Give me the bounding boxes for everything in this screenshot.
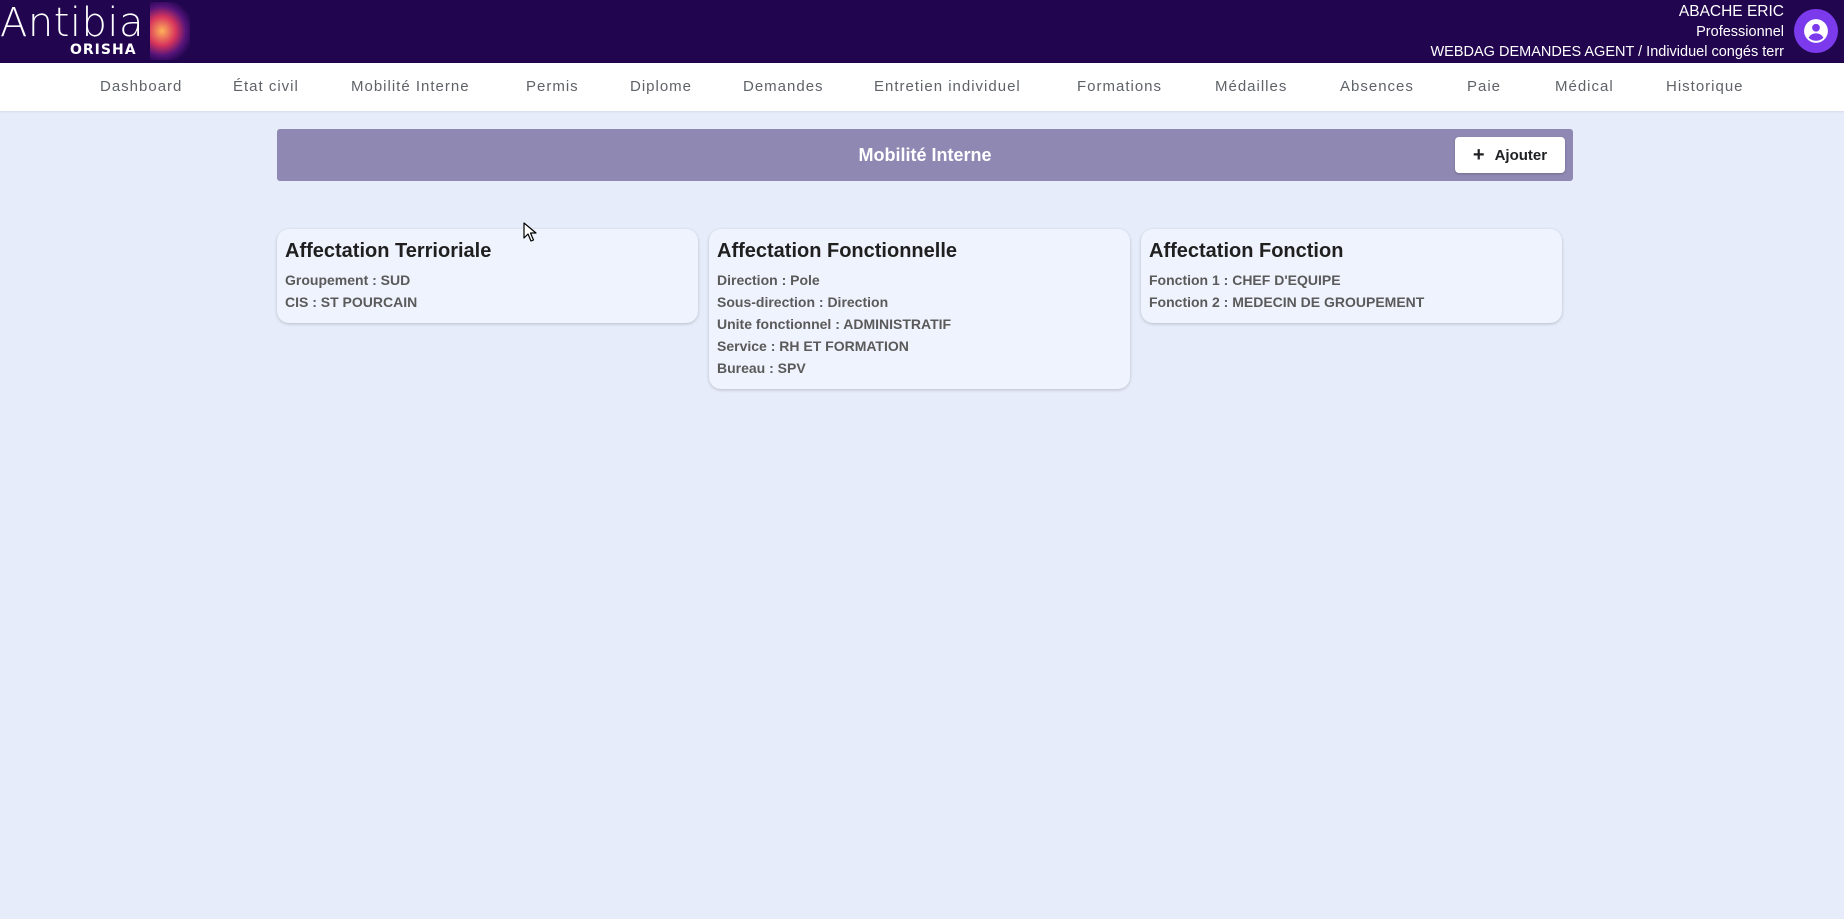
app-logo[interactable]: Antibia ORISHA (0, 0, 190, 63)
card-line: Groupement : SUD (285, 272, 411, 288)
nav-item-etat-civil[interactable]: État civil (233, 63, 299, 111)
card-line: Unite fonctionnel : ADMINISTRATIF (717, 316, 952, 332)
card-line: Fonction 1 : CHEF D'EQUIPE (1149, 272, 1341, 288)
logo-flare (150, 2, 190, 60)
card-affectation-territoriale[interactable]: Affectation Terrioriale Groupement : SUD… (277, 229, 698, 323)
mouse-cursor-icon (523, 222, 537, 247)
nav-item-dashboard[interactable]: Dashboard (100, 63, 182, 111)
card-line: Sous-direction : Direction (717, 294, 889, 310)
nav-item-absences[interactable]: Absences (1340, 63, 1414, 111)
account-circle-icon[interactable] (1794, 9, 1838, 53)
section-header: Mobilité Interne + Ajouter (277, 129, 1573, 181)
nav-item-demandes[interactable]: Demandes (743, 63, 824, 111)
card-line: Fonction 2 : MEDECIN DE GROUPEMENT (1149, 294, 1425, 310)
plus-icon: + (1472, 144, 1485, 166)
card-affectation-fonctionnelle[interactable]: Affectation Fonctionnelle Direction : Po… (709, 229, 1130, 389)
card-line: Direction : Pole (717, 272, 820, 288)
add-button-label: Ajouter (1494, 146, 1548, 164)
card-affectation-fonction[interactable]: Affectation Fonction Fonction 1 : CHEF D… (1141, 229, 1562, 323)
main-nav: Dashboard État civil Mobilité Interne Pe… (0, 63, 1844, 111)
nav-item-medical[interactable]: Médical (1555, 63, 1614, 111)
logo-text: Antibia (0, 0, 145, 46)
card-line: Bureau : SPV (717, 360, 806, 376)
nav-item-mobilite-interne[interactable]: Mobilité Interne (351, 63, 470, 111)
card-title: Affectation Fonction (1149, 240, 1344, 262)
card-title: Affectation Terrioriale (285, 240, 492, 262)
top-header: Antibia ORISHA ABACHE ERIC Professionnel… (0, 0, 1844, 63)
card-line: Service : RH ET FORMATION (717, 338, 909, 354)
nav-item-permis[interactable]: Permis (526, 63, 579, 111)
user-role: Professionnel (1696, 24, 1784, 40)
nav-item-paie[interactable]: Paie (1467, 63, 1501, 111)
section-title: Mobilité Interne (858, 145, 992, 165)
card-title: Affectation Fonctionnelle (717, 240, 957, 262)
nav-item-formations[interactable]: Formations (1077, 63, 1162, 111)
nav-item-medailles[interactable]: Médailles (1215, 63, 1287, 111)
card-line: CIS : ST POURCAIN (285, 294, 418, 310)
nav-item-diplome[interactable]: Diplome (630, 63, 692, 111)
nav-item-historique[interactable]: Historique (1666, 63, 1744, 111)
user-info: ABACHE ERIC Professionnel WEBDAG DEMANDE… (1431, 2, 1785, 62)
user-name: ABACHE ERIC (1678, 3, 1784, 20)
nav-item-entretien-individuel[interactable]: Entretien individuel (874, 63, 1021, 111)
logo-subtext: ORISHA (70, 42, 137, 58)
user-context: WEBDAG DEMANDES AGENT / Individuel congé… (1430, 44, 1785, 60)
add-button[interactable]: + Ajouter (1455, 137, 1565, 173)
